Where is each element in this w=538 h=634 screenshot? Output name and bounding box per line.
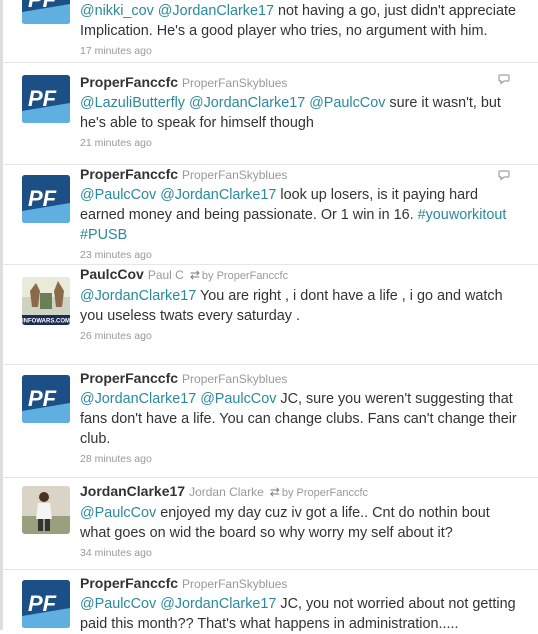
tweet-timestamp[interactable]: 26 minutes ago [80,330,524,342]
tweet-content: ProperFanccfc ProperFanSkyblues @PaulcCov… [80,165,524,261]
tweet-text: @PaulcCov @JordanClarke17 look up losers… [80,185,524,245]
mention-link[interactable]: @PaulcCov [309,95,385,111]
mention-link[interactable]: @PaulcCov [200,391,276,407]
pf-logo-icon: PF [22,0,70,24]
full-name[interactable]: ProperFanSkyblues [182,577,287,591]
full-name[interactable]: ProperFanSkyblues [182,168,287,182]
tweet-timeline: PF @nikki_cov @JordanClarke17 not having… [0,0,538,632]
avatar[interactable]: PF [22,75,70,123]
full-name[interactable]: Paul C [148,268,184,282]
mention-link[interactable]: @JordanClarke17 [160,187,276,203]
tweet-header: ProperFanccfc ProperFanSkyblues [80,369,524,388]
tweet-text: @PaulcCov enjoyed my day cuz iv got a li… [80,503,524,543]
tweet-item[interactable]: PF ProperFanccfc ProperFanSkyblues @Lazul… [0,63,538,165]
tweet-header: ProperFanccfc ProperFanSkyblues [80,574,524,593]
tweet-content: JordanClarke17 Jordan Clarke ⇄ by ProperFan… [80,482,524,559]
mention-link[interactable]: @LazuliButterfly [80,95,185,111]
tweet-item[interactable]: JordanClarke17 Jordan Clarke ⇄ by ProperFan… [0,478,538,570]
avatar[interactable]: PF [22,375,70,423]
mention-link[interactable]: @JordanClarke17 [80,288,196,304]
svg-text:PF: PF [28,591,57,616]
tweet-header: PaulcCov Paul C ⇄ by ProperFanccfc [80,265,524,285]
screen-name[interactable]: JordanClarke17 [80,483,185,499]
tweet-item[interactable]: PF ProperFanccfc ProperFanSkyblues @Paulc… [0,570,538,632]
tweet-text: @PaulcCov @JordanClarke17 JC, you not wo… [80,594,524,634]
tweet-timestamp[interactable]: 34 minutes ago [80,547,524,559]
svg-text:PF: PF [28,0,57,12]
tweet-timestamp[interactable]: 23 minutes ago [80,249,524,261]
mention-link[interactable]: @JordanClarke17 [80,391,196,407]
mention-link[interactable]: @JordanClarke17 [158,3,274,19]
screen-name[interactable]: ProperFanccfc [80,74,178,90]
svg-text:PF: PF [28,186,57,211]
hashtag-link[interactable]: #PUSB [80,227,127,243]
tweet-timestamp[interactable]: 28 minutes ago [80,453,524,465]
timeline-left-border [0,0,3,630]
tweet-content: ProperFanccfc ProperFanSkyblues @LazuliBu… [80,73,524,149]
screen-name[interactable]: ProperFanccfc [80,575,178,591]
tweet-content: ProperFanccfc ProperFanSkyblues @PaulcCov… [80,574,524,634]
svg-text:INFOWARS.COM: INFOWARS.COM [22,319,70,325]
mention-link[interactable]: @PaulcCov [80,187,156,203]
retweeted-by[interactable]: by ProperFanccfc [282,487,368,499]
svg-text:PF: PF [28,86,57,111]
screen-name[interactable]: ProperFanccfc [80,166,178,182]
mention-link[interactable]: @JordanClarke17 [160,596,276,612]
pf-logo-icon: PF [22,175,70,223]
hashtag-link[interactable]: #youworkitout [418,207,507,223]
mention-link[interactable]: @JordanClarke17 [189,95,305,111]
mention-link[interactable]: @PaulcCov [80,596,156,612]
full-name[interactable]: Jordan Clarke [189,485,264,499]
screen-name[interactable]: PaulcCov [80,266,144,282]
infowars-photo-icon: INFOWARS.COM [22,277,70,325]
tweet-text: @JordanClarke17 You are right , i dont h… [80,286,524,326]
tweet-timestamp[interactable]: 17 minutes ago [80,45,524,57]
avatar[interactable] [22,486,70,534]
full-name[interactable]: ProperFanSkyblues [182,76,287,90]
retweeted-by[interactable]: by ProperFanccfc [202,270,288,282]
svg-text:PF: PF [28,386,57,411]
player-photo-icon [22,486,70,534]
tweet-header: JordanClarke17 Jordan Clarke ⇄ by ProperFan… [80,482,524,502]
tweet-item[interactable]: PF @nikki_cov @JordanClarke17 not having… [0,0,538,63]
tweet-content: PaulcCov Paul C ⇄ by ProperFanccfc @JordanC… [80,265,524,342]
tweet-item[interactable]: PF ProperFanccfc ProperFanSkyblues @Paulc… [0,165,538,265]
avatar[interactable]: PF [22,580,70,628]
tweet-content: @nikki_cov @JordanClarke17 not having a … [80,0,524,57]
mention-link[interactable]: @nikki_cov [80,3,154,19]
tweet-item[interactable]: INFOWARS.COM PaulcCov Paul C ⇄ by ProperFan… [0,265,538,365]
pf-logo-icon: PF [22,375,70,423]
tweet-text: @LazuliButterfly @JordanClarke17 @PaulcC… [80,93,524,133]
tweet-timestamp[interactable]: 21 minutes ago [80,137,524,149]
pf-logo-icon: PF [22,75,70,123]
tweet-text: @JordanClarke17 @PaulcCov JC, sure you w… [80,389,524,449]
reply-icon[interactable] [498,73,510,85]
full-name[interactable]: ProperFanSkyblues [182,372,287,386]
mention-link[interactable]: @PaulcCov [80,505,156,521]
tweet-item[interactable]: PF ProperFanccfc ProperFanSkyblues @Jorda… [0,365,538,478]
pf-logo-icon: PF [22,580,70,628]
retweet-icon: ⇄ [189,268,200,282]
tweet-text: @nikki_cov @JordanClarke17 not having a … [80,1,524,41]
tweet-content: ProperFanccfc ProperFanSkyblues @JordanCl… [80,369,524,465]
reply-icon[interactable] [498,169,510,181]
avatar[interactable]: PF [22,0,70,24]
tweet-header: ProperFanccfc ProperFanSkyblues [80,165,524,184]
tweet-header: ProperFanccfc ProperFanSkyblues [80,73,524,92]
avatar[interactable]: PF [22,175,70,223]
retweet-icon: ⇄ [269,485,280,499]
avatar[interactable]: INFOWARS.COM [22,277,70,325]
screen-name[interactable]: ProperFanccfc [80,370,178,386]
